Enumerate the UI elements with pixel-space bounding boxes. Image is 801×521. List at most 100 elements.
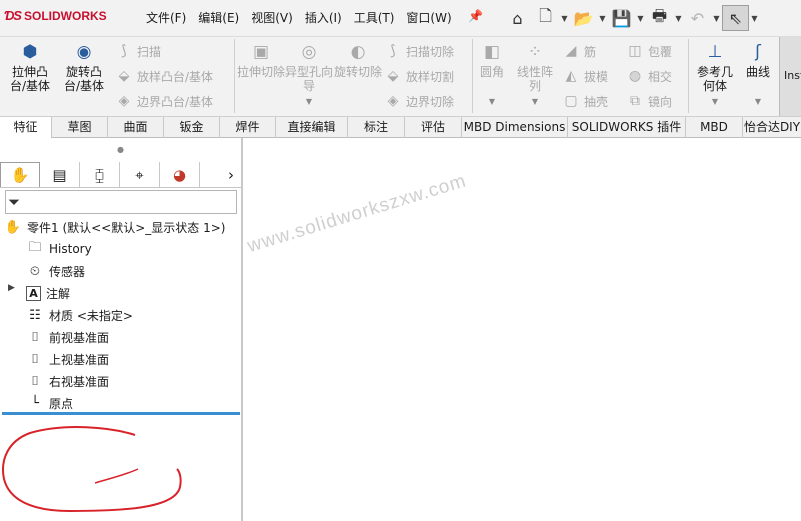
draft-button[interactable]: ◭ 拔模: [562, 65, 608, 87]
reference-geometry-label: 参考几何体: [696, 65, 733, 93]
sweep-cut-label: 扫描切除: [406, 44, 455, 59]
print-icon[interactable]: 🖶: [646, 5, 673, 31]
extrude-boss-button[interactable]: ⬢ 拉伸凸台/基体: [5, 41, 55, 93]
boundary-cut-button[interactable]: ◈ 边界切除: [384, 90, 454, 112]
expand-arrow-icon[interactable]: ▶: [8, 283, 15, 293]
menu-tools[interactable]: 工具(T): [348, 0, 401, 36]
instant3d-button[interactable]: Inst: [779, 37, 801, 117]
tree-item-history[interactable]: 🗀 History: [26, 238, 91, 260]
linear-pattern-dropdown-icon[interactable]: ▼: [512, 95, 558, 109]
menu-file[interactable]: 文件(F): [140, 0, 192, 36]
tab-yiheda-diy[interactable]: 怡合达DIY: [743, 117, 801, 138]
tree-item-annotations[interactable]: A 注解: [26, 282, 70, 304]
extrude-cut-icon: ▣: [252, 42, 270, 62]
tab-features[interactable]: 特征: [0, 117, 52, 138]
tree-item-top-plane[interactable]: ⌷ 上视基准面: [26, 348, 109, 370]
home-icon[interactable]: ⌂: [504, 5, 531, 31]
rollback-bar[interactable]: [2, 412, 240, 415]
tree-item-sensors[interactable]: ⏲ 传感器: [26, 260, 85, 282]
tree-filter[interactable]: ⏷: [5, 190, 237, 214]
command-manager-tabs: 特征 草图 曲面 钣金 焊件 直接编辑 标注 评估 MBD Dimensions…: [0, 116, 801, 138]
loft-boss-label: 放样凸台/基体: [137, 69, 214, 84]
tab-evaluate[interactable]: 评估: [405, 117, 462, 138]
menu-insert[interactable]: 插入(I): [299, 0, 348, 36]
reference-geometry-dropdown-icon[interactable]: ▼: [692, 95, 738, 109]
save-dropdown-icon[interactable]: ▼: [636, 14, 645, 23]
tree-item-front-plane[interactable]: ⌷ 前视基准面: [26, 326, 109, 348]
revolve-cut-button[interactable]: ◐ 旋转切除: [333, 41, 383, 79]
hole-wizard-label: 异型孔向导: [284, 65, 333, 93]
hole-wizard-dropdown-icon[interactable]: ▼: [284, 95, 334, 109]
select-dropdown-icon[interactable]: ▼: [750, 14, 759, 23]
curves-button[interactable]: ʃ 曲线 ▼: [740, 41, 776, 109]
fillet-button[interactable]: ◧ 圆角 ▼: [468, 41, 516, 109]
revolve-boss-button[interactable]: ◉ 旋转凸台/基体: [59, 41, 109, 93]
fillet-dropdown-icon[interactable]: ▼: [468, 95, 516, 109]
tree-item-origin[interactable]: └ 原点: [26, 392, 73, 414]
loft-boss-icon: ⬙: [118, 68, 130, 84]
tab-weldments[interactable]: 焊件: [220, 117, 276, 138]
undo-icon[interactable]: ↶: [684, 5, 711, 31]
front-plane-label: 前视基准面: [49, 330, 110, 345]
solidworks-logo[interactable]: ƊS SOLIDWORKS: [4, 8, 107, 23]
sweep-cut-button[interactable]: ⟆ 扫描切除: [384, 40, 454, 62]
tab-sheet-metal[interactable]: 钣金: [164, 117, 220, 138]
select-cursor-icon[interactable]: ⇖: [722, 5, 749, 31]
menu-edit[interactable]: 编辑(E): [192, 0, 245, 36]
tab-mbd[interactable]: MBD: [686, 117, 743, 138]
boundary-cut-icon: ◈: [387, 93, 399, 109]
annotations-label: 注解: [46, 286, 71, 301]
curves-dropdown-icon[interactable]: ▼: [740, 95, 776, 109]
tree-root-part[interactable]: ✋ 零件1 (默认<<默认>_显示状态 1>): [4, 216, 226, 238]
tree-item-right-plane[interactable]: ⌷ 右视基准面: [26, 370, 109, 392]
open-folder-icon[interactable]: 📂: [570, 5, 597, 31]
tab-direct-editing[interactable]: 直接编辑: [276, 117, 348, 138]
material-label: 材质 <未指定>: [49, 308, 133, 323]
graphics-area[interactable]: [245, 138, 801, 521]
more-tabs-chevron-icon[interactable]: ›: [200, 162, 238, 187]
dimxpert-manager-tab-icon[interactable]: ⌖: [120, 162, 160, 187]
intersect-button[interactable]: ◍ 相交: [626, 65, 672, 87]
property-manager-tab-icon[interactable]: ▤: [40, 162, 80, 187]
display-manager-tab-icon[interactable]: ◕: [160, 162, 200, 187]
boundary-boss-icon: ◈: [118, 93, 130, 109]
configuration-manager-tab-icon[interactable]: ⧮: [80, 162, 120, 187]
feature-manager-panel: ● ✋ ▤ ⧮ ⌖ ◕ › ⏷ ✋ 零件1 (默认<<默认>_显示状态 1>) …: [0, 138, 243, 521]
menu-view[interactable]: 视图(V): [245, 0, 299, 36]
loft-cut-button[interactable]: ⬙ 放样切割: [384, 65, 454, 87]
extrude-boss-label: 拉伸凸台/基体: [9, 65, 51, 93]
ds-logo-icon: ƊS: [4, 8, 22, 23]
tab-surfaces[interactable]: 曲面: [108, 117, 164, 138]
panel-grip-icon[interactable]: ●: [0, 140, 241, 160]
tab-mbd-dimensions[interactable]: MBD Dimensions: [462, 117, 568, 138]
mirror-button[interactable]: ⧉ 镜向: [626, 90, 672, 112]
tab-solidworks-addins[interactable]: SOLIDWORKS 插件: [568, 117, 686, 138]
hole-wizard-button[interactable]: ◎ 异型孔向导 ▼: [284, 41, 334, 109]
boundary-boss-button[interactable]: ◈ 边界凸台/基体: [115, 90, 213, 112]
feature-manager-tab-icon[interactable]: ✋: [0, 162, 40, 187]
tab-sketch[interactable]: 草图: [52, 117, 108, 138]
save-icon[interactable]: 💾: [608, 5, 635, 31]
rib-label: 筋: [584, 44, 597, 59]
reference-geometry-button[interactable]: ⊥ 参考几何体 ▼: [692, 41, 738, 109]
linear-pattern-button[interactable]: ⁘ 线性阵列 ▼: [512, 41, 558, 109]
tree-item-material[interactable]: ☷ 材质 <未指定>: [26, 304, 133, 326]
wrap-label: 包覆: [648, 44, 673, 59]
tab-markup[interactable]: 标注: [348, 117, 405, 138]
sweep-button[interactable]: ⟆ 扫描: [115, 40, 161, 62]
menu-window[interactable]: 窗口(W): [400, 0, 457, 36]
instant3d-label: Inst: [784, 69, 801, 82]
open-dropdown-icon[interactable]: ▼: [598, 14, 607, 23]
wrap-button[interactable]: ◫ 包覆: [626, 40, 672, 62]
extrude-cut-button[interactable]: ▣ 拉伸切除: [236, 41, 286, 79]
pin-icon[interactable]: 📌: [468, 9, 483, 23]
new-dropdown-icon[interactable]: ▼: [560, 14, 569, 23]
new-document-icon[interactable]: 🗋: [532, 5, 559, 31]
loft-cut-label: 放样切割: [406, 69, 455, 84]
print-dropdown-icon[interactable]: ▼: [674, 14, 683, 23]
menu-bar: 文件(F) 编辑(E) 视图(V) 插入(I) 工具(T) 窗口(W): [140, 0, 458, 36]
shell-button[interactable]: ▢ 抽壳: [562, 90, 608, 112]
loft-boss-button[interactable]: ⬙ 放样凸台/基体: [115, 65, 213, 87]
undo-dropdown-icon[interactable]: ▼: [712, 14, 721, 23]
rib-button[interactable]: ◢ 筋: [562, 40, 596, 62]
